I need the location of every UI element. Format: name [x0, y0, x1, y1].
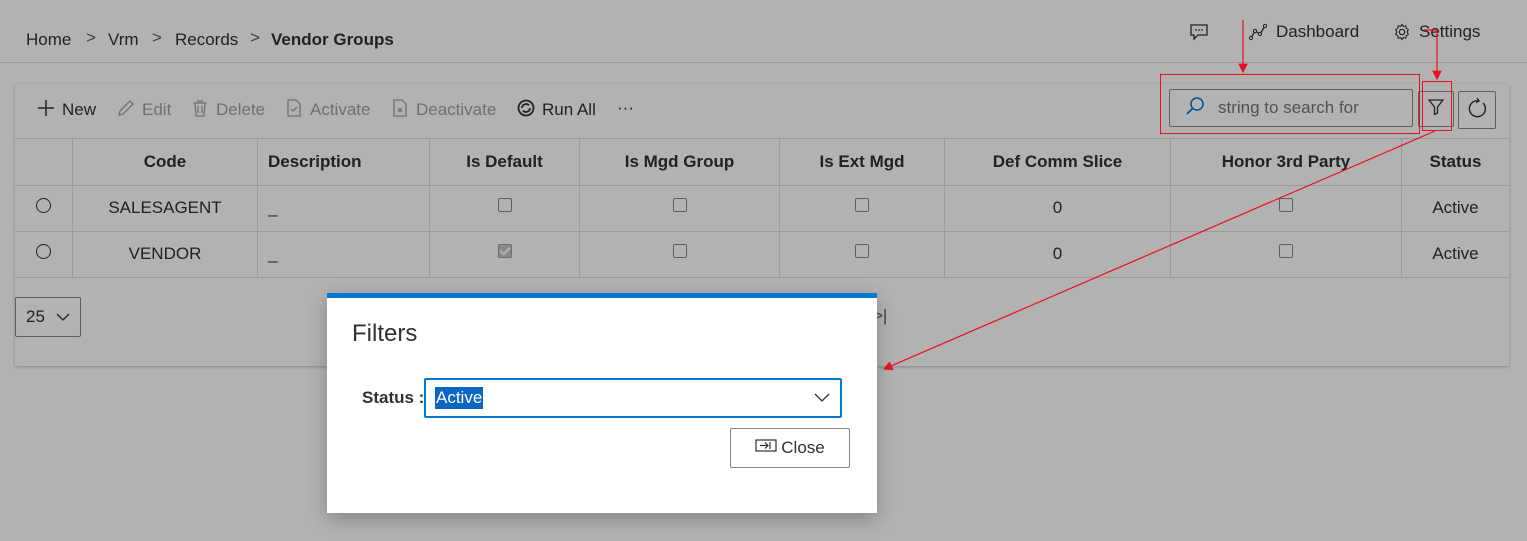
annotation-search-box	[1160, 74, 1420, 134]
status-label: Status :	[362, 388, 425, 407]
status-dropdown-value: Active	[435, 387, 484, 409]
annotation-filter-box	[1422, 81, 1452, 131]
close-label: Close	[781, 438, 825, 457]
exit-icon	[755, 438, 777, 459]
chevron-down-icon	[814, 389, 830, 407]
filters-dialog: Filters Status : Active Close	[327, 293, 877, 513]
status-dropdown[interactable]: Active	[424, 378, 842, 418]
close-button[interactable]: Close	[730, 428, 850, 468]
dialog-title: Filters	[352, 320, 418, 347]
